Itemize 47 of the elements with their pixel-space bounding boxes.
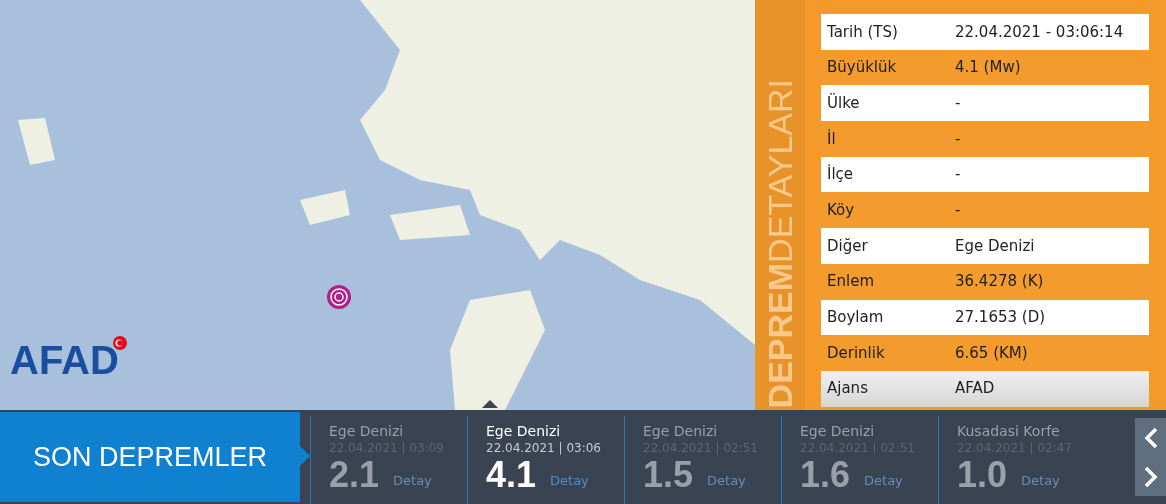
quake-place: Ege Denizi — [800, 422, 876, 440]
detail-value: Ege Denizi — [955, 235, 1035, 257]
quake-magnitude: 1.5 — [643, 456, 694, 494]
detail-link[interactable]: Detay — [393, 470, 432, 494]
detail-value: 36.4278 (K) — [955, 271, 1044, 293]
quake-place: Ege Denizi — [486, 422, 562, 440]
quake-time: 22.04.2021 | 03:06 — [486, 440, 602, 456]
previous-icon[interactable] — [1142, 426, 1159, 449]
detail-link[interactable]: Detay — [1021, 470, 1060, 494]
epicenter-icon — [326, 284, 352, 310]
detail-value: - — [955, 200, 961, 222]
detail-label: Boylam — [827, 307, 885, 329]
quake-place: Ege Denizi — [643, 422, 719, 440]
detail-value: 6.65 (KM) — [955, 342, 1028, 364]
details-title: DEPREMDETAYLARI — [763, 78, 797, 408]
detail-value: - — [955, 164, 961, 186]
quake-magnitude: 1.6 — [800, 456, 851, 494]
detail-label: Köy — [827, 200, 856, 222]
detail-label: Enlem — [827, 271, 875, 293]
pointer-icon — [482, 400, 498, 408]
detail-label: Tarih (TS) — [827, 21, 899, 43]
detail-label: Derinlik — [827, 342, 886, 364]
detail-value: AFAD — [955, 378, 995, 400]
detail-value: - — [955, 92, 961, 114]
next-icon[interactable] — [1142, 465, 1159, 488]
detail-link[interactable]: Detay — [707, 470, 746, 494]
recent-title: SON DEPREMLER — [32, 440, 268, 474]
quake-place: Ege Denizi — [329, 422, 405, 440]
detail-label: Ajans — [827, 378, 869, 400]
quake-magnitude: 4.1 — [486, 456, 537, 494]
detail-label: Ülke — [827, 92, 861, 114]
detail-label: Büyüklük — [827, 57, 898, 79]
quake-magnitude: 2.1 — [329, 456, 380, 494]
detail-label: İlçe — [827, 163, 855, 186]
quake-place: Kusadasi Korfe — [957, 422, 1061, 440]
detail-label: Diğer — [827, 235, 869, 257]
detail-link[interactable]: Detay — [864, 470, 903, 494]
quake-magnitude: 1.0 — [957, 456, 1008, 494]
quake-card[interactable]: Ege Denizi 22.04.2021 | 03:06 4.1 Detay — [467, 416, 624, 504]
detail-value: 4.1 (Mw) — [955, 57, 1021, 79]
detail-link[interactable]: Detay — [550, 470, 589, 494]
detail-value: 22.04.2021 - 03:06:14 — [955, 21, 1124, 43]
detail-value: 27.1653 (D) — [955, 307, 1046, 329]
logo-text: AFAD — [10, 340, 119, 380]
map[interactable]: AFAD — [0, 0, 755, 410]
detail-label: İl — [827, 128, 837, 150]
detail-value: - — [955, 128, 961, 150]
